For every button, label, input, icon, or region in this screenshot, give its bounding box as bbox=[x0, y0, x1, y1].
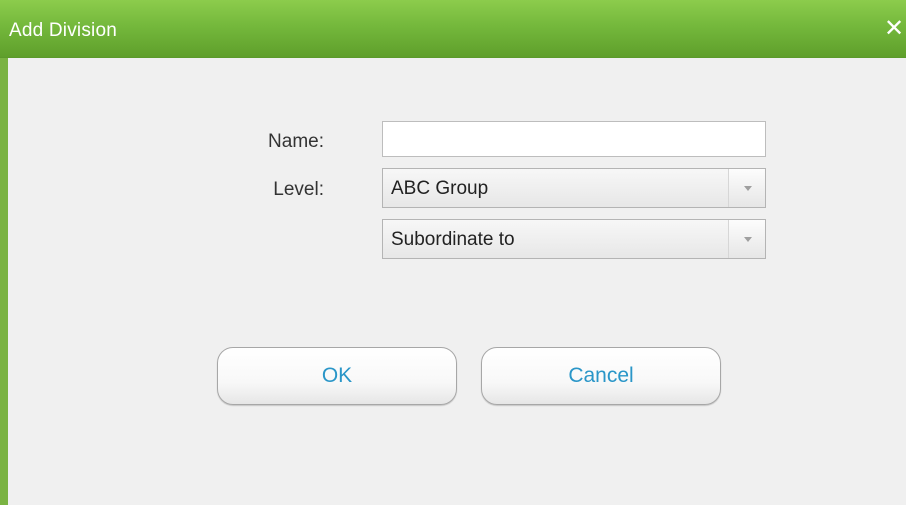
add-division-dialog: Add Division ✕ Name: Level: ABC Group Su… bbox=[0, 0, 906, 505]
level-selected-value: ABC Group bbox=[391, 178, 489, 199]
close-button[interactable]: ✕ bbox=[880, 13, 906, 45]
subordinate-selected-value: Subordinate to bbox=[391, 229, 515, 250]
level-select[interactable]: ABC Group bbox=[382, 168, 766, 208]
subordinate-select[interactable]: Subordinate to bbox=[382, 219, 766, 259]
dialog-title: Add Division bbox=[9, 20, 118, 41]
dialog-titlebar: Add Division ✕ bbox=[0, 0, 906, 58]
chevron-down-icon bbox=[728, 169, 765, 207]
close-icon: ✕ bbox=[883, 15, 905, 42]
name-label: Name: bbox=[268, 131, 324, 152]
ok-button[interactable]: OK bbox=[217, 347, 457, 405]
chevron-down-icon bbox=[728, 220, 765, 258]
name-input[interactable] bbox=[382, 121, 766, 157]
cancel-button[interactable]: Cancel bbox=[481, 347, 721, 405]
level-label: Level: bbox=[273, 179, 324, 200]
